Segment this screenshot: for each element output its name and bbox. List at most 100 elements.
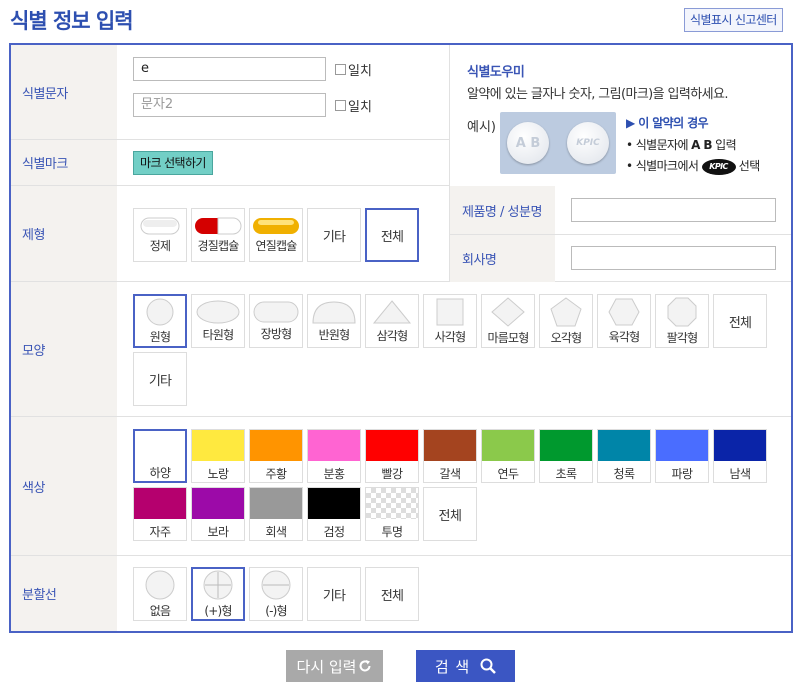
- label-score-line: 분할선: [11, 556, 117, 631]
- color-label: 전체: [438, 508, 462, 524]
- color-option[interactable]: 초록: [539, 429, 593, 483]
- form-type-tablet[interactable]: 정제: [133, 208, 187, 262]
- score-line-other[interactable]: 기타: [307, 567, 361, 621]
- color-option[interactable]: 청록: [597, 429, 651, 483]
- exact-match-label: 일치: [348, 100, 372, 115]
- help-title: 식별도우미: [467, 65, 525, 80]
- shape-oval[interactable]: 타원형: [191, 294, 245, 348]
- color-option[interactable]: 빨강: [365, 429, 419, 483]
- score-line-plus[interactable]: (+)형: [191, 567, 245, 621]
- shape-all[interactable]: 전체: [713, 294, 767, 348]
- help-case-line1-suffix: 입력: [715, 138, 737, 152]
- shape-square[interactable]: 사각형: [423, 294, 477, 348]
- help-case-line1-bold: A B: [691, 138, 712, 152]
- color-option[interactable]: 회색: [249, 487, 303, 541]
- score-line-none[interactable]: 없음: [133, 567, 187, 621]
- shape-triangle[interactable]: 삼각형: [365, 294, 419, 348]
- shape-other[interactable]: 기타: [133, 352, 187, 406]
- shape-half-round[interactable]: 반원형: [307, 294, 361, 348]
- color-option[interactable]: 주황: [249, 429, 303, 483]
- help-case-line1: • 식별문자에 A B 입력: [626, 136, 737, 153]
- sample-pill-ab: A B: [507, 122, 549, 164]
- label-company-name: 회사명: [449, 235, 555, 282]
- color-option[interactable]: 자주: [133, 487, 187, 541]
- no-score-line-icon: [145, 570, 175, 600]
- color-option[interactable]: 분홍: [307, 429, 361, 483]
- shape-pentagon[interactable]: 오각형: [539, 294, 593, 348]
- help-case-title: ▶ 이 알약의 경우: [626, 114, 709, 131]
- color-label: 보라: [207, 525, 229, 539]
- label-id-mark: 식별마크: [11, 140, 117, 185]
- color-swatch: [134, 488, 186, 519]
- color-swatch: [308, 488, 360, 519]
- exact-match-label: 일치: [348, 64, 372, 79]
- color-option[interactable]: 남색: [713, 429, 767, 483]
- row-score-line: 분할선 없음 (+)형 (-)형 기타 전체: [11, 556, 791, 631]
- color-option[interactable]: 전체: [423, 487, 477, 541]
- sample-pill-ab-text: A B: [515, 135, 541, 151]
- report-center-button[interactable]: 식별표시 신고센터: [684, 8, 783, 32]
- color-label: 하양: [149, 466, 171, 480]
- shape-label: 원형: [149, 330, 171, 344]
- color-swatch: [192, 430, 244, 461]
- color-option[interactable]: 보라: [191, 487, 245, 541]
- form-type-soft-capsule[interactable]: 연질캡슐: [249, 208, 303, 262]
- color-label: 자주: [149, 525, 171, 539]
- color-label: 노랑: [207, 467, 229, 481]
- color-label: 청록: [613, 467, 635, 481]
- shape-label: 반원형: [318, 328, 351, 342]
- score-line-label: 전체: [380, 588, 404, 604]
- color-swatch: [366, 488, 418, 519]
- form-type-other[interactable]: 기타: [307, 208, 361, 262]
- help-case-line1-prefix: • 식별문자에: [626, 138, 689, 152]
- shape-round[interactable]: 원형: [133, 294, 187, 348]
- shape-octagon[interactable]: 팔각형: [655, 294, 709, 348]
- search-icon: [480, 658, 497, 674]
- search-form: 식별문자 e 일치 문자2 일치 식별마크 마크 선택하기 식별도우미 알약에 …: [9, 43, 793, 633]
- sample-pill-kpic: KPIC: [567, 122, 609, 164]
- row-shape: 모양 원형 타원형 장방형 반원형 삼각형 사각형 마름모형 오각형 육각형 팔…: [11, 282, 791, 417]
- form-type-hard-capsule[interactable]: 경질캡슐: [191, 208, 245, 262]
- row-id-mark: 식별마크 마크 선택하기: [11, 140, 449, 186]
- shape-label: 전체: [728, 315, 752, 331]
- checkbox-box-icon[interactable]: [335, 64, 346, 75]
- help-description: 알약에 있는 글자나 숫자, 그림(마크)을 입력하세요.: [467, 87, 728, 102]
- reset-button[interactable]: 다시 입력: [286, 650, 383, 682]
- row-color: 색상 하양 노랑 주황 분홍 빨강 갈색 연두 초록 청록 파랑 남색 자주 보라 회색 검정 투명 전체: [11, 417, 791, 556]
- diamond-shape-icon: [491, 297, 525, 327]
- score-line-all[interactable]: 전체: [365, 567, 419, 621]
- company-name-input[interactable]: [571, 246, 776, 270]
- id-text-input-1[interactable]: e: [133, 57, 326, 81]
- select-mark-button[interactable]: 마크 선택하기: [133, 151, 213, 175]
- score-line-minus[interactable]: (-)형: [249, 567, 303, 621]
- color-option[interactable]: 하양: [133, 429, 187, 483]
- color-option[interactable]: 투명: [365, 487, 419, 541]
- sample-pill-image: A B KPIC: [500, 112, 616, 174]
- row-id-text: 식별문자 e 일치 문자2 일치: [11, 45, 449, 140]
- shape-label: 오각형: [550, 331, 583, 345]
- exact-match-checkbox-2[interactable]: 일치: [335, 96, 372, 115]
- product-name-input[interactable]: [571, 198, 776, 222]
- form-type-label: 연질캡슐: [255, 239, 298, 253]
- exact-match-checkbox-1[interactable]: 일치: [335, 60, 372, 79]
- shape-oblong[interactable]: 장방형: [249, 294, 303, 348]
- search-button[interactable]: 검 색: [416, 650, 515, 682]
- checkbox-box-icon[interactable]: [335, 100, 346, 111]
- color-option[interactable]: 갈색: [423, 429, 477, 483]
- id-text-input-2[interactable]: 문자2: [133, 93, 326, 117]
- color-option[interactable]: 연두: [481, 429, 535, 483]
- help-case-line2-suffix: 선택: [738, 159, 760, 173]
- shape-diamond[interactable]: 마름모형: [481, 294, 535, 348]
- shape-label: 마름모형: [487, 331, 530, 345]
- color-label: 갈색: [439, 467, 461, 481]
- hexagon-shape-icon: [608, 298, 640, 326]
- octagon-shape-icon: [667, 297, 697, 327]
- form-type-all[interactable]: 전체: [365, 208, 419, 262]
- square-shape-icon: [436, 298, 464, 326]
- color-option[interactable]: 노랑: [191, 429, 245, 483]
- color-option[interactable]: 파랑: [655, 429, 709, 483]
- color-label: 파랑: [671, 467, 693, 481]
- shape-hexagon[interactable]: 육각형: [597, 294, 651, 348]
- color-label: 연두: [497, 467, 519, 481]
- color-option[interactable]: 검정: [307, 487, 361, 541]
